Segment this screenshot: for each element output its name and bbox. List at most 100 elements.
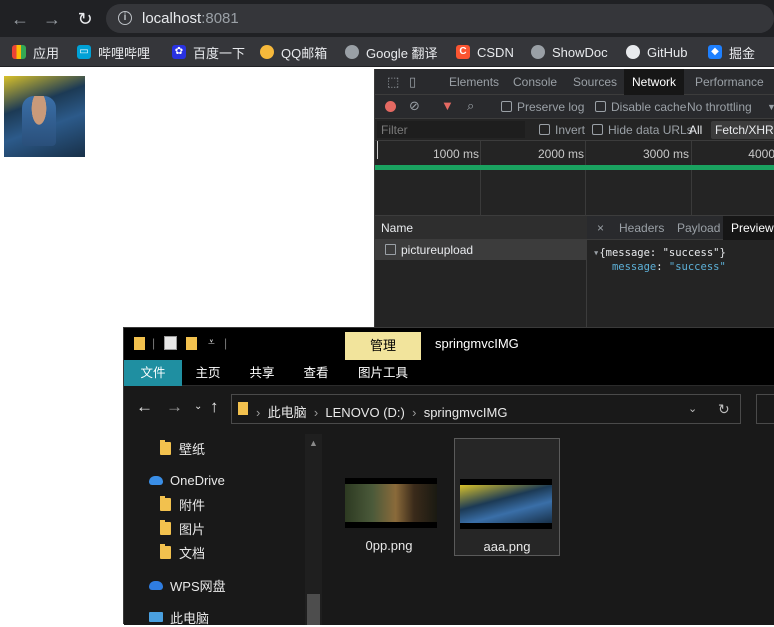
ribbon-tab-home[interactable]: 主页 [182,360,234,386]
bookmarks-bar: 应用 ▭ 哔哩哔哩 ✿ 百度一下 QQ邮箱 Google 翻译 C CSDN Show… [0,37,774,67]
search-box[interactable] [756,394,774,424]
filter-fetch-xhr-button[interactable]: Fetch/XHR [711,121,774,139]
filter-funnel-icon[interactable]: ▼ [441,98,454,113]
file-item[interactable]: 0pp.png [336,438,442,556]
nav-scrollbar[interactable]: ▲ [305,434,322,625]
reload-icon[interactable]: ↻ [74,8,96,30]
bookmark-google-translate[interactable]: Google 翻译 [345,43,438,61]
tab-network[interactable]: Network [624,69,685,95]
bookmark-juejin[interactable]: ◆ 掘金 [708,43,755,61]
recent-locations-chevron-icon[interactable]: ⌄ [194,401,202,412]
filter-input[interactable] [377,121,525,138]
filter-all-button[interactable]: All [689,123,702,137]
device-toggle-icon[interactable]: ▯ [401,69,424,95]
chevron-down-icon[interactable]: ⌄ [688,402,697,415]
bookmark-label: QQ邮箱 [281,45,328,61]
bookmark-csdn[interactable]: C CSDN [456,43,514,61]
expand-triangle-icon[interactable]: ▾ [593,247,599,259]
json-preview[interactable]: ▾{message: "success"} message: "success" [593,246,726,274]
tab-console[interactable]: Console [505,69,565,95]
nav-item-this-pc[interactable]: 此电脑 [149,607,209,627]
timeline-gridline [585,141,586,216]
search-icon[interactable]: ⌕ [467,98,474,114]
scroll-thumb[interactable] [307,594,320,625]
info-icon[interactable]: i [118,11,132,25]
refresh-icon[interactable]: ↻ [718,401,730,418]
bookmark-label: 百度一下 [193,45,246,61]
timeline-gridline [691,141,692,216]
chevron-down-icon[interactable]: ▼ [767,102,774,112]
bookmark-apps[interactable]: 应用 [12,43,59,61]
ribbon-tab-file[interactable]: 文件 [124,360,182,386]
globe-icon [345,45,359,59]
breadcrumb-drive[interactable]: LENOVO (D:) [325,405,404,420]
apps-grid-icon [12,45,26,59]
timeline-tick: 4000 [748,147,774,161]
throttling-select[interactable]: No throttling [687,100,752,114]
bookmark-bilibili[interactable]: ▭ 哔哩哔哩 [77,43,150,61]
address-bar[interactable]: i localhost:8081 [106,4,774,33]
tab-headers[interactable]: Headers [619,216,664,240]
close-icon[interactable]: × [597,216,604,240]
nav-label: 壁纸 [179,441,206,457]
tab-payload[interactable]: Payload [677,216,720,240]
new-folder-icon[interactable] [186,337,197,350]
preserve-log-checkbox[interactable]: Preserve log [501,100,584,114]
back-arrow-icon[interactable]: ← [136,397,153,417]
nav-item-documents[interactable]: 文档 [160,542,205,562]
hide-data-urls-label: Hide data URLs [608,123,693,137]
navigation-pane: 壁纸 OneDrive 附件 图片 文档 WPS网盘 此电脑 ▲ [124,434,324,627]
tab-performance[interactable]: Performance [687,69,772,95]
tab-preview[interactable]: Preview [723,216,774,240]
hide-data-urls-checkbox[interactable]: Hide data URLs [592,123,693,137]
nav-label: 文档 [179,545,206,561]
ribbon-tab-share[interactable]: 共享 [236,360,288,386]
bookmark-qqmail[interactable]: QQ邮箱 [260,43,327,61]
forward-arrow-icon[interactable]: → [41,8,63,30]
up-arrow-icon[interactable]: ↑ [210,397,219,417]
file-item-selected[interactable]: aaa.png [454,438,560,556]
bookmark-github[interactable]: GitHub [626,43,687,61]
path-bar[interactable]: › 此电脑 › LENOVO (D:) › springmvcIMG ⌄ ↻ [231,394,741,424]
scroll-up-icon[interactable]: ▲ [309,438,318,448]
clear-icon[interactable]: ⊘ [409,98,420,114]
ribbon-tab-picture-tools[interactable]: 图片工具 [345,360,421,386]
bookmark-label: ShowDoc [552,44,608,60]
folder-icon [160,439,171,455]
invert-checkbox[interactable]: Invert [539,123,585,137]
invert-label: Invert [555,123,586,137]
nav-item-wps[interactable]: WPS网盘 [149,575,226,595]
url-text[interactable]: localhost:8081 [142,10,239,27]
folder-icon [238,402,248,415]
properties-icon[interactable] [164,336,177,350]
back-arrow-icon[interactable]: ← [9,8,31,30]
bookmark-baidu[interactable]: ✿ 百度一下 [172,43,245,61]
ribbon-tab-view[interactable]: 查看 [290,360,342,386]
disable-cache-checkbox[interactable]: Disable cache [595,100,686,114]
tab-sources[interactable]: Sources [565,69,625,95]
breadcrumb-this-pc[interactable]: 此电脑 [268,405,307,420]
nav-item-attachments[interactable]: 附件 [160,494,205,514]
bookmark-label: CSDN [477,44,514,60]
nav-item-onedrive[interactable]: OneDrive [149,470,225,490]
name-column-header[interactable]: Name [375,216,587,240]
record-icon[interactable] [385,101,396,112]
nav-item-pictures[interactable]: 图片 [160,518,205,538]
breadcrumb-folder[interactable]: springmvcIMG [424,405,508,420]
nav-item-wallpaper[interactable]: 壁纸 [160,438,205,458]
file-explorer-window: | ⩡ | 管理 springmvcIMG 文件 主页 共享 查看 图片工具 ←… [123,327,774,627]
breadcrumb: › 此电脑 › LENOVO (D:) › springmvcIMG [256,402,507,421]
bookmark-label: GitHub [647,44,688,60]
nav-label: WPS网盘 [170,578,226,594]
file-list: 0pp.png aaa.png [324,434,774,625]
customize-dropdown-icon[interactable]: ⩡ [208,335,215,350]
network-timeline[interactable]: 1000 ms 2000 ms 3000 ms 4000 [375,141,774,216]
tab-manage[interactable]: 管理 [345,332,421,360]
tab-elements[interactable]: Elements [441,69,507,95]
folder-icon [160,519,171,535]
request-row[interactable]: pictureupload [375,240,587,260]
bookmark-showdoc[interactable]: ShowDoc [531,43,608,61]
forward-arrow-icon[interactable]: → [166,397,183,417]
globe-icon [531,45,545,59]
window-title: springmvcIMG [435,336,519,351]
